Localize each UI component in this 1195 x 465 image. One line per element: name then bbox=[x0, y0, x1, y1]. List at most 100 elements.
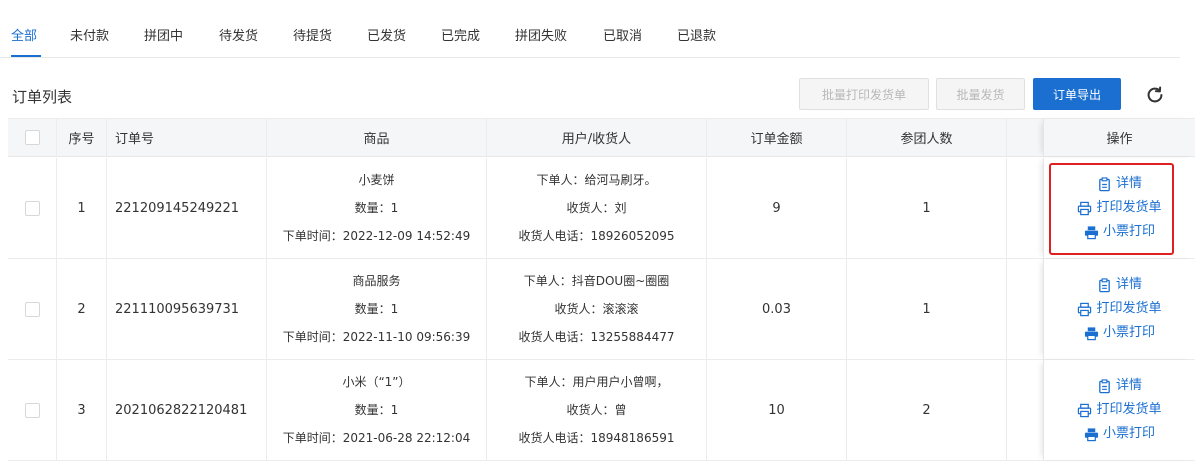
row-actions: 详情 打印发货单 小票打印 bbox=[1043, 259, 1195, 359]
goods-qty: 数量：1 bbox=[354, 403, 399, 417]
row-participants: 1 bbox=[847, 259, 1007, 359]
receipt-printer-icon bbox=[1084, 225, 1099, 239]
table-row: 1 221209145249221 小麦饼 数量：1 下单时间：2022-12-… bbox=[8, 158, 1195, 259]
detail-label: 详情 bbox=[1115, 378, 1142, 393]
buyer-name: 下单人：抖音DOU圈~圈圈 bbox=[523, 274, 670, 288]
printer-icon bbox=[1078, 403, 1092, 417]
goods-name: 小米（“1”） bbox=[342, 375, 411, 389]
print-receipt-link[interactable]: 小票打印 bbox=[1084, 324, 1155, 342]
tab-to-ship[interactable]: 待发货 bbox=[219, 25, 258, 44]
row-goods: 小米（“1”） 数量：1 下单时间：2021-06-28 22:12:04 bbox=[267, 360, 487, 460]
receiver-phone: 收货人电话：18926052095 bbox=[518, 229, 675, 243]
list-title: 订单列表 bbox=[12, 88, 73, 106]
row-actions: 详情 打印发货单 小票打印 bbox=[1043, 158, 1195, 258]
clipboard-icon bbox=[1099, 277, 1110, 292]
detail-label: 详情 bbox=[1115, 176, 1142, 191]
print-shipping-label: 打印发货单 bbox=[1096, 301, 1162, 316]
header-goods: 商品 bbox=[267, 119, 487, 156]
detail-link[interactable]: 详情 bbox=[1097, 276, 1142, 294]
order-time: 下单时间：2021-06-28 22:12:04 bbox=[282, 431, 471, 445]
tab-shipped[interactable]: 已发货 bbox=[367, 25, 406, 44]
goods-name: 商品服务 bbox=[352, 274, 401, 288]
row-index: 3 bbox=[57, 360, 107, 460]
detail-link[interactable]: 详情 bbox=[1097, 175, 1142, 193]
row-checkbox[interactable] bbox=[24, 402, 40, 418]
print-shipping-link[interactable]: 打印发货单 bbox=[1077, 199, 1162, 217]
header-index: 序号 bbox=[57, 119, 107, 156]
header-actions-cell: 操作 bbox=[1043, 119, 1195, 156]
row-checkbox-cell bbox=[8, 360, 57, 460]
buyer-name: 下单人：用户用户小曾啊， bbox=[524, 375, 669, 389]
tab-unpaid[interactable]: 未付款 bbox=[70, 25, 109, 44]
select-all-checkbox[interactable] bbox=[24, 130, 40, 145]
print-receipt-label: 小票打印 bbox=[1102, 325, 1155, 340]
detail-label: 详情 bbox=[1115, 277, 1142, 292]
tab-completed[interactable]: 已完成 bbox=[441, 25, 480, 44]
receiver-name: 收货人：刘 bbox=[566, 201, 627, 215]
header-checkbox-cell bbox=[8, 119, 57, 156]
print-receipt-link[interactable]: 小票打印 bbox=[1084, 223, 1155, 241]
print-receipt-link[interactable]: 小票打印 bbox=[1084, 425, 1155, 443]
goods-qty: 数量：1 bbox=[354, 302, 399, 316]
row-amount: 9 bbox=[707, 158, 847, 258]
detail-link[interactable]: 详情 bbox=[1097, 377, 1142, 395]
row-index: 2 bbox=[57, 259, 107, 359]
row-checkbox-cell bbox=[8, 259, 57, 359]
print-shipping-label: 打印发货单 bbox=[1096, 200, 1162, 215]
print-shipping-label: 打印发货单 bbox=[1096, 402, 1162, 417]
row-actions: 详情 打印发货单 小票打印 bbox=[1043, 360, 1195, 460]
row-user: 下单人：抖音DOU圈~圈圈 收货人：滚滚滚 收货人电话：13255884477 bbox=[487, 259, 707, 359]
row-order-no: 221110095639731 bbox=[107, 259, 267, 359]
row-order-no: 2021062822120481 bbox=[107, 360, 267, 460]
header-user: 用户/收货人 bbox=[487, 119, 707, 156]
goods-name: 小麦饼 bbox=[358, 173, 395, 187]
clipboard-icon bbox=[1099, 176, 1110, 191]
export-orders-button[interactable]: 订单导出 bbox=[1033, 78, 1121, 110]
goods-qty: 数量：1 bbox=[354, 201, 399, 215]
receiver-phone: 收货人电话：13255884477 bbox=[518, 330, 675, 344]
row-amount: 10 bbox=[707, 360, 847, 460]
row-order-no: 221209145249221 bbox=[107, 158, 267, 258]
receiver-name: 收货人：滚滚滚 bbox=[554, 302, 639, 316]
refresh-icon[interactable] bbox=[1144, 84, 1166, 106]
print-shipping-link[interactable]: 打印发货单 bbox=[1077, 300, 1162, 318]
row-spacer bbox=[1007, 158, 1043, 258]
tab-cancelled[interactable]: 已取消 bbox=[603, 25, 642, 44]
header-order-no: 订单号 bbox=[107, 119, 267, 156]
print-receipt-label: 小票打印 bbox=[1102, 224, 1155, 239]
row-checkbox[interactable] bbox=[24, 301, 40, 317]
print-shipping-link[interactable]: 打印发货单 bbox=[1077, 401, 1162, 419]
receiver-name: 收货人：曾 bbox=[566, 403, 627, 417]
order-time: 下单时间：2022-11-10 09:56:39 bbox=[282, 330, 471, 344]
active-tab-indicator bbox=[11, 55, 41, 57]
buyer-name: 下单人：给河马刷牙。 bbox=[536, 173, 657, 187]
row-user: 下单人：给河马刷牙。 收货人：刘 收货人电话：18926052095 bbox=[487, 158, 707, 258]
tab-group-failed[interactable]: 拼团失败 bbox=[515, 25, 567, 44]
tab-all[interactable]: 全部 bbox=[11, 25, 37, 44]
header-amount: 订单金额 bbox=[707, 119, 847, 156]
print-receipt-label: 小票打印 bbox=[1102, 426, 1155, 441]
tab-grouping[interactable]: 拼团中 bbox=[144, 25, 183, 44]
row-index: 1 bbox=[57, 158, 107, 258]
row-spacer bbox=[1007, 360, 1043, 460]
row-participants: 2 bbox=[847, 360, 1007, 460]
batch-ship-button[interactable]: 批量发货 bbox=[936, 78, 1025, 110]
receipt-printer-icon bbox=[1084, 326, 1099, 340]
printer-icon bbox=[1078, 201, 1092, 215]
tab-to-pickup[interactable]: 待提货 bbox=[293, 25, 332, 44]
row-checkbox-cell bbox=[8, 158, 57, 258]
table-row: 3 2021062822120481 小米（“1”） 数量：1 下单时间：202… bbox=[8, 360, 1195, 461]
receiver-phone: 收货人电话：18948186591 bbox=[518, 431, 675, 445]
table-row: 2 221110095639731 商品服务 数量：1 下单时间：2022-11… bbox=[8, 259, 1195, 360]
printer-icon bbox=[1078, 302, 1092, 316]
row-user: 下单人：用户用户小曾啊， 收货人：曾 收货人电话：18948186591 bbox=[487, 360, 707, 460]
header-actions: 操作 bbox=[1106, 132, 1133, 147]
row-goods: 商品服务 数量：1 下单时间：2022-11-10 09:56:39 bbox=[267, 259, 487, 359]
header-spacer bbox=[1007, 119, 1043, 156]
tab-refunded[interactable]: 已退款 bbox=[677, 25, 716, 44]
row-checkbox[interactable] bbox=[24, 200, 40, 216]
batch-print-button[interactable]: 批量打印发货单 bbox=[799, 78, 929, 110]
order-time: 下单时间：2022-12-09 14:52:49 bbox=[282, 229, 471, 243]
clipboard-icon bbox=[1099, 378, 1110, 393]
receipt-printer-icon bbox=[1084, 427, 1099, 441]
